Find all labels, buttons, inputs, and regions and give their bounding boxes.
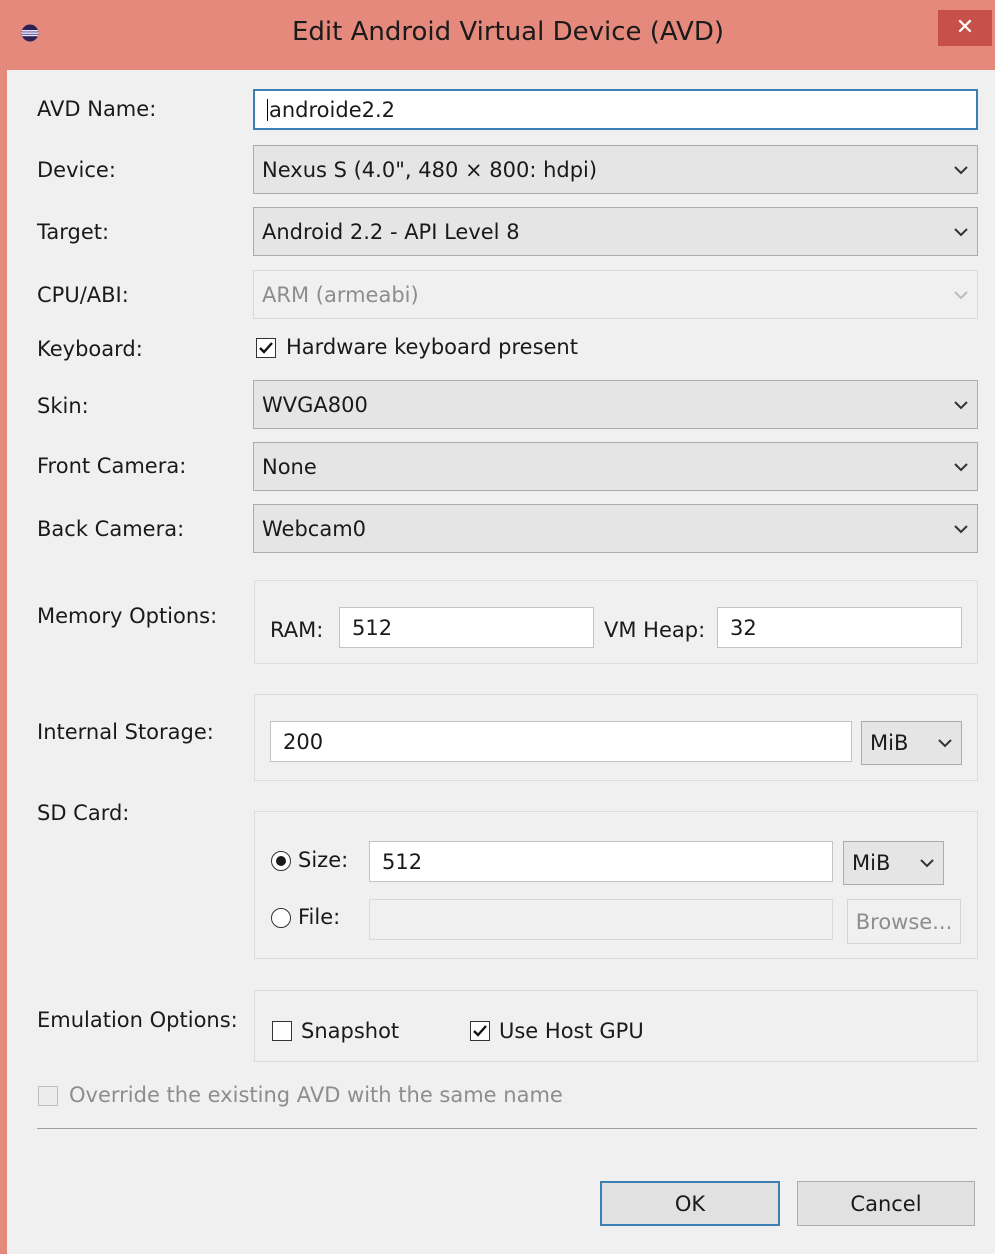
radio-selected-dot (276, 856, 286, 866)
avd-name-input[interactable]: androide2.2 (253, 89, 978, 130)
override-label: Override the existing AVD with the same … (69, 1083, 563, 1107)
cancel-button[interactable]: Cancel (797, 1181, 975, 1226)
close-button[interactable]: ✕ (938, 10, 992, 46)
sd-file-label[interactable]: File: (298, 905, 340, 929)
browse-button-label: Browse... (855, 909, 953, 934)
front-camera-label: Front Camera: (37, 454, 187, 478)
chevron-down-icon (954, 400, 968, 409)
internal-storage-value: 200 (283, 729, 324, 754)
ram-label: RAM: (270, 618, 324, 642)
back-camera-value: Webcam0 (262, 516, 367, 541)
keyboard-label: Keyboard: (37, 337, 143, 361)
sd-card-group: Size: 512 MiB File: Browse... (254, 811, 978, 959)
skin-label: Skin: (37, 394, 89, 418)
keyboard-option-label[interactable]: Hardware keyboard present (286, 335, 578, 359)
cpu-abi-select: ARM (armeabi) (253, 270, 978, 319)
back-camera-select[interactable]: Webcam0 (253, 504, 978, 553)
ram-value: 512 (352, 615, 393, 640)
snapshot-checkbox[interactable] (272, 1021, 292, 1041)
front-camera-select[interactable]: None (253, 442, 978, 491)
dialog-body: AVD Name: androide2.2 Device: Nexus S (4… (7, 70, 995, 1254)
use-host-gpu-checkbox[interactable] (470, 1021, 490, 1041)
sd-size-value: 512 (382, 849, 423, 874)
chevron-down-icon (954, 165, 968, 174)
target-value: Android 2.2 - API Level 8 (262, 219, 520, 244)
emulation-options-label: Emulation Options: (37, 1008, 238, 1032)
sd-file-radio[interactable] (271, 908, 291, 928)
skin-value: WVGA800 (262, 392, 368, 417)
sd-file-input (369, 899, 833, 940)
target-label: Target: (37, 220, 110, 244)
text-caret (267, 98, 268, 121)
window-title: Edit Android Virtual Device (AVD) (291, 17, 725, 47)
override-checkbox (38, 1086, 58, 1106)
cancel-button-label: Cancel (850, 1191, 922, 1216)
vm-heap-value: 32 (730, 615, 757, 640)
cpu-abi-value: ARM (armeabi) (262, 282, 419, 307)
target-select[interactable]: Android 2.2 - API Level 8 (253, 207, 978, 256)
back-camera-label: Back Camera: (37, 517, 185, 541)
internal-storage-input[interactable]: 200 (270, 721, 852, 762)
avd-name-value: androide2.2 (269, 97, 396, 122)
device-label: Device: (37, 158, 116, 182)
title-bar[interactable]: Edit Android Virtual Device (AVD) ✕ (0, 0, 995, 70)
internal-storage-label: Internal Storage: (37, 720, 214, 744)
snapshot-label[interactable]: Snapshot (301, 1019, 399, 1043)
chevron-down-icon (954, 524, 968, 533)
vm-heap-input[interactable]: 32 (717, 607, 962, 648)
internal-storage-unit-select[interactable]: MiB (861, 721, 962, 765)
browse-button: Browse... (847, 899, 961, 944)
divider (37, 1128, 977, 1129)
sd-card-label: SD Card: (37, 801, 130, 825)
skin-select[interactable]: WVGA800 (253, 380, 978, 429)
sd-size-unit-value: MiB (852, 851, 891, 875)
keyboard-checkbox[interactable] (256, 338, 276, 358)
chevron-down-icon (920, 859, 934, 868)
vm-heap-label: VM Heap: (604, 618, 706, 642)
emulation-options-group: Snapshot Use Host GPU (254, 990, 978, 1062)
ok-button-label: OK (674, 1191, 706, 1216)
memory-options-group: RAM: 512 VM Heap: 32 (254, 580, 978, 664)
internal-storage-group: 200 MiB (254, 694, 978, 781)
use-host-gpu-label[interactable]: Use Host GPU (499, 1019, 644, 1043)
internal-storage-unit-value: MiB (870, 731, 909, 755)
checkmark-icon (473, 1025, 487, 1037)
memory-options-label: Memory Options: (37, 604, 218, 628)
sd-size-unit-select[interactable]: MiB (843, 841, 944, 885)
close-icon: ✕ (955, 15, 975, 40)
device-select[interactable]: Nexus S (4.0", 480 × 800: hdpi) (253, 145, 978, 194)
ok-button[interactable]: OK (600, 1181, 780, 1226)
chevron-down-icon (938, 739, 952, 748)
chevron-down-icon (954, 462, 968, 471)
ram-input[interactable]: 512 (339, 607, 594, 648)
sd-size-radio[interactable] (271, 851, 291, 871)
front-camera-value: None (262, 454, 317, 479)
device-value: Nexus S (4.0", 480 × 800: hdpi) (262, 157, 598, 182)
chevron-down-icon (954, 227, 968, 236)
avd-name-label: AVD Name: (37, 97, 157, 121)
cpu-abi-label: CPU/ABI: (37, 283, 129, 307)
chevron-down-icon (954, 290, 968, 299)
sd-size-label[interactable]: Size: (298, 848, 348, 872)
sd-size-input[interactable]: 512 (369, 841, 833, 882)
checkmark-icon (259, 342, 273, 354)
